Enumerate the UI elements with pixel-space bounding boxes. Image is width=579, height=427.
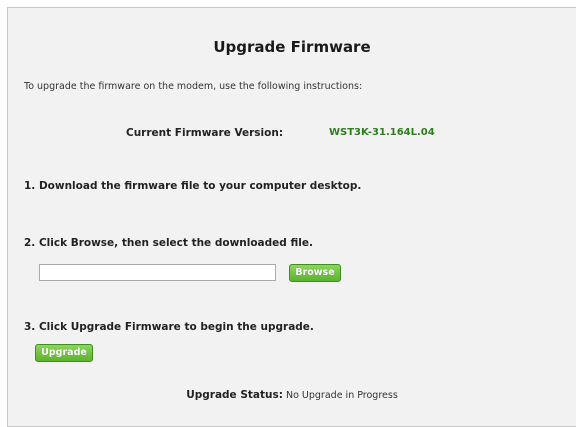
file-path-input[interactable]: [39, 264, 276, 281]
upgrade-status-value: No Upgrade in Progress: [285, 390, 398, 401]
browse-button[interactable]: Browse: [289, 264, 341, 282]
firmware-upgrade-panel: Upgrade Firmware To upgrade the firmware…: [7, 7, 576, 427]
intro-text: To upgrade the firmware on the modem, us…: [24, 81, 363, 92]
current-firmware-version: WST3K-31.164L.04: [329, 127, 435, 138]
step-2-text: 2. Click Browse, then select the downloa…: [24, 237, 313, 249]
step-1-text: 1. Download the firmware file to your co…: [24, 180, 362, 192]
step-3-text: 3. Click Upgrade Firmware to begin the u…: [24, 321, 314, 333]
upgrade-button[interactable]: Upgrade: [35, 344, 93, 362]
upgrade-status: Upgrade Status: No Upgrade in Progress: [8, 389, 576, 401]
page-title: Upgrade Firmware: [213, 38, 371, 56]
current-firmware-label: Current Firmware Version:: [126, 127, 284, 139]
upgrade-status-label: Upgrade Status:: [186, 389, 283, 401]
